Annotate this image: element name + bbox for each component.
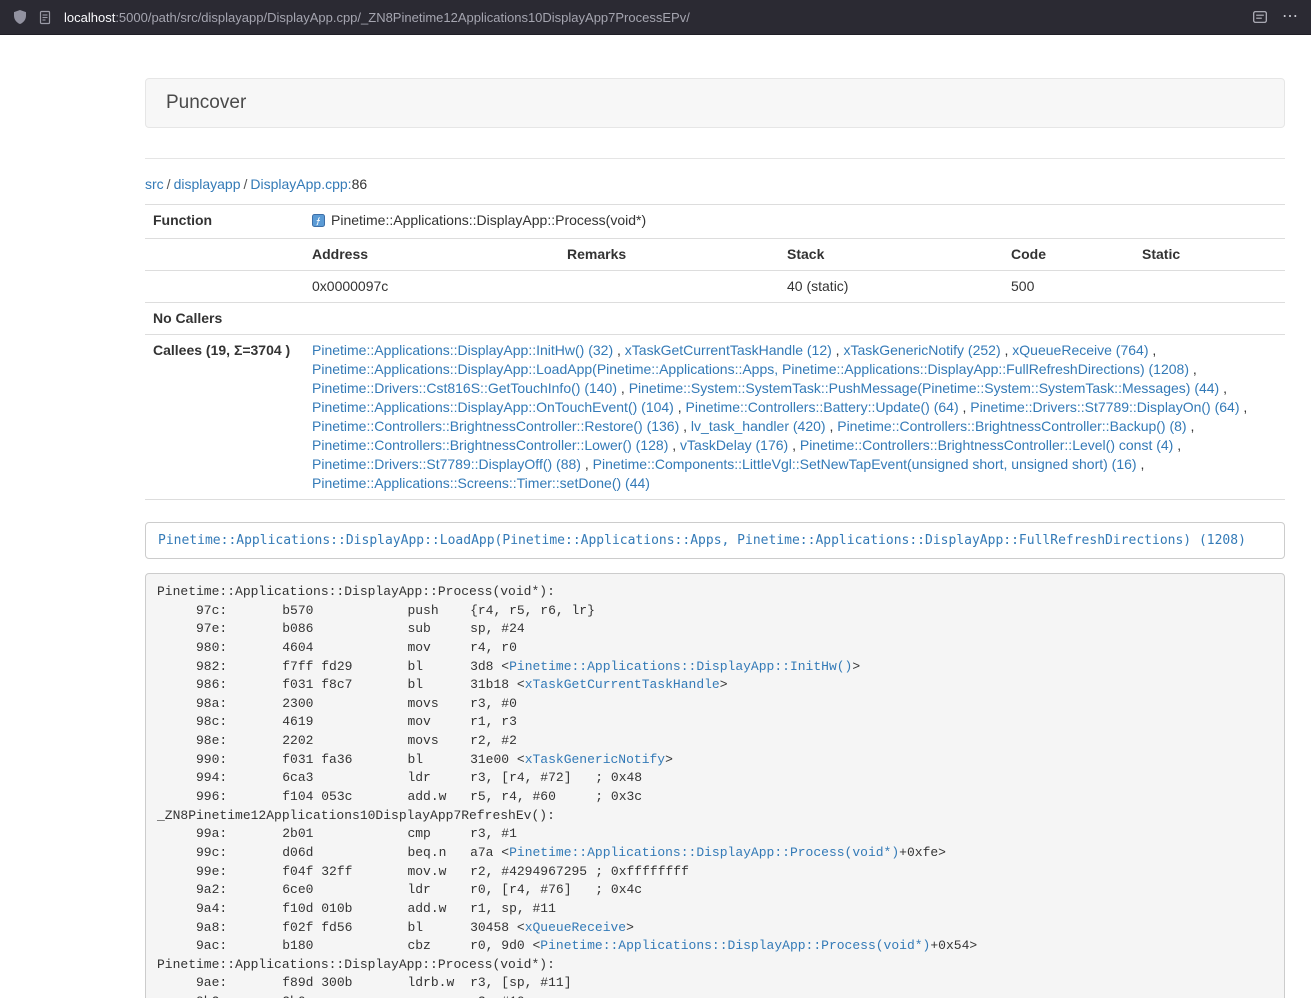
function-row: Function Pinetime::Applications::Display… (145, 205, 1285, 239)
detail-header-row: Address Remarks Stack Code Static (145, 239, 1285, 271)
stack-value: 40 (static) (779, 271, 1003, 303)
page-title: Puncover (166, 92, 246, 113)
column-header-address: Address (304, 239, 559, 271)
column-header-remarks: Remarks (559, 239, 779, 271)
content: Puncover src/displayapp/DisplayApp.cpp:8… (145, 78, 1285, 998)
reader-view-icon[interactable] (1252, 9, 1268, 25)
symbol-link[interactable]: Pinetime::Applications::DisplayApp::Proc… (540, 938, 930, 953)
page-identity-icon[interactable] (38, 10, 52, 25)
callee-link[interactable]: xTaskGetCurrentTaskHandle (12) (625, 342, 832, 358)
no-callers-row: No Callers (145, 303, 1285, 335)
remarks-value (559, 271, 779, 303)
callee-link[interactable]: Pinetime::Applications::DisplayApp::OnTo… (312, 399, 674, 415)
callees-list: Pinetime::Applications::DisplayApp::Init… (304, 335, 1285, 500)
symbol-link[interactable]: Pinetime::Applications::DisplayApp::Init… (509, 659, 852, 674)
selected-symbol-link[interactable]: Pinetime::Applications::DisplayApp::Load… (145, 522, 1285, 559)
callees-row: Callees (19, Σ=3704 ) Pinetime::Applicat… (145, 335, 1285, 500)
callee-link[interactable]: Pinetime::Applications::DisplayApp::Init… (312, 342, 613, 358)
page-header-panel: Puncover (145, 78, 1285, 128)
callee-link[interactable]: Pinetime::Drivers::St7789::DisplayOff() … (312, 456, 581, 472)
column-header-static: Static (1134, 239, 1285, 271)
no-callers-label: No Callers (145, 303, 304, 335)
detail-value-row: 0x0000097c 40 (static) 500 (145, 271, 1285, 303)
code-value: 500 (1003, 271, 1134, 303)
breadcrumb-link-src[interactable]: src (145, 176, 164, 192)
disassembly-block: Pinetime::Applications::DisplayApp::Proc… (145, 573, 1285, 998)
column-header-stack: Stack (779, 239, 1003, 271)
function-table: Function Pinetime::Applications::Display… (145, 204, 1285, 500)
shield-icon[interactable] (12, 9, 28, 25)
url-bar[interactable]: localhost:5000/path/src/displayapp/Displ… (64, 10, 1252, 25)
function-icon (312, 213, 325, 232)
breadcrumb-link-file[interactable]: DisplayApp.cpp: (250, 176, 351, 192)
callee-link[interactable]: Pinetime::Applications::Screens::Timer::… (312, 475, 650, 491)
symbol-link[interactable]: xTaskGetCurrentTaskHandle (525, 677, 720, 692)
breadcrumb-separator: / (244, 176, 248, 192)
breadcrumb: src/displayapp/DisplayApp.cpp:86 (145, 176, 1285, 192)
symbol-link[interactable]: Pinetime::Applications::DisplayApp::Proc… (509, 845, 899, 860)
callee-link[interactable]: Pinetime::Controllers::BrightnessControl… (312, 418, 679, 434)
address-value: 0x0000097c (304, 271, 559, 303)
callee-link[interactable]: Pinetime::Drivers::Cst816S::GetTouchInfo… (312, 380, 617, 396)
url-path: :5000/path/src/displayapp/DisplayApp.cpp… (115, 10, 690, 25)
more-menu-icon[interactable]: ⋯ (1282, 9, 1299, 25)
symbol-link[interactable]: xQueueReceive (525, 920, 626, 935)
callee-link[interactable]: lv_task_handler (420) (691, 418, 826, 434)
callee-link[interactable]: xTaskGenericNotify (252) (843, 342, 1000, 358)
url-host: localhost (64, 10, 115, 25)
callee-link[interactable]: vTaskDelay (176) (680, 437, 788, 453)
callee-link[interactable]: Pinetime::Controllers::BrightnessControl… (800, 437, 1173, 453)
browser-toolbar: localhost:5000/path/src/displayapp/Displ… (0, 0, 1311, 35)
divider (145, 158, 1285, 159)
no-callers-cell (304, 303, 1285, 335)
function-label: Function (145, 205, 304, 239)
callee-link[interactable]: Pinetime::Controllers::Battery::Update()… (686, 399, 959, 415)
callee-link[interactable]: Pinetime::Applications::DisplayApp::Load… (312, 361, 1189, 377)
disassembly-code: Pinetime::Applications::DisplayApp::Proc… (157, 584, 977, 998)
callees-label: Callees (19, Σ=3704 ) (145, 335, 304, 500)
callee-link[interactable]: Pinetime::Drivers::St7789::DisplayOn() (… (970, 399, 1239, 415)
static-value (1134, 271, 1285, 303)
breadcrumb-link-displayapp[interactable]: displayapp (174, 176, 241, 192)
breadcrumb-line-number: 86 (352, 176, 368, 192)
column-header-code: Code (1003, 239, 1134, 271)
function-name-cell: Pinetime::Applications::DisplayApp::Proc… (304, 205, 1285, 239)
symbol-link[interactable]: xTaskGenericNotify (525, 752, 665, 767)
callee-link[interactable]: Pinetime::Components::LittleVgl::SetNewT… (593, 456, 1137, 472)
function-name: Pinetime::Applications::DisplayApp::Proc… (331, 212, 646, 228)
breadcrumb-separator: / (167, 176, 171, 192)
callee-link[interactable]: Pinetime::Controllers::BrightnessControl… (312, 437, 668, 453)
callee-link[interactable]: Pinetime::System::SystemTask::PushMessag… (629, 380, 1220, 396)
callee-link[interactable]: Pinetime::Controllers::BrightnessControl… (837, 418, 1186, 434)
callee-link[interactable]: xQueueReceive (764) (1012, 342, 1148, 358)
